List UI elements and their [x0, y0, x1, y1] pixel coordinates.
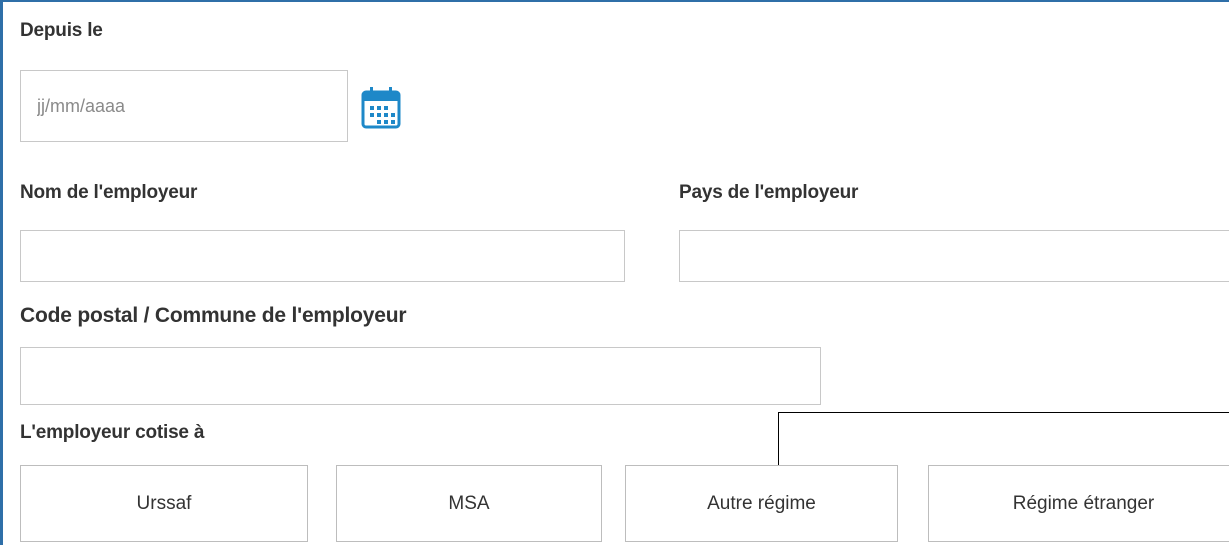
- msa-option-button[interactable]: MSA: [336, 465, 602, 542]
- regime-etranger-option-button[interactable]: Régime étranger: [928, 465, 1229, 542]
- calendar-icon[interactable]: [361, 84, 401, 130]
- employer-postcode-input[interactable]: [20, 347, 821, 405]
- since-date-input[interactable]: [20, 70, 348, 142]
- employer-country-label: Pays de l'employeur: [679, 182, 859, 203]
- since-date-label: Depuis le: [20, 20, 103, 41]
- urssaf-option-button[interactable]: Urssaf: [20, 465, 308, 542]
- employer-name-input[interactable]: [20, 230, 625, 282]
- contribution-label: L'employeur cotise à: [20, 422, 205, 443]
- employer-name-label: Nom de l'employeur: [20, 182, 198, 203]
- annotation-line-horizontal: [778, 412, 1229, 413]
- autre-regime-option-button[interactable]: Autre régime: [625, 465, 898, 542]
- employer-postcode-label: Code postal / Commune de l'employeur: [20, 304, 407, 327]
- employer-form-panel: Depuis le Nom de l'employeur Pays de l'e…: [0, 0, 1229, 545]
- annotation-line-vertical: [778, 412, 779, 465]
- employer-country-input[interactable]: [679, 230, 1229, 282]
